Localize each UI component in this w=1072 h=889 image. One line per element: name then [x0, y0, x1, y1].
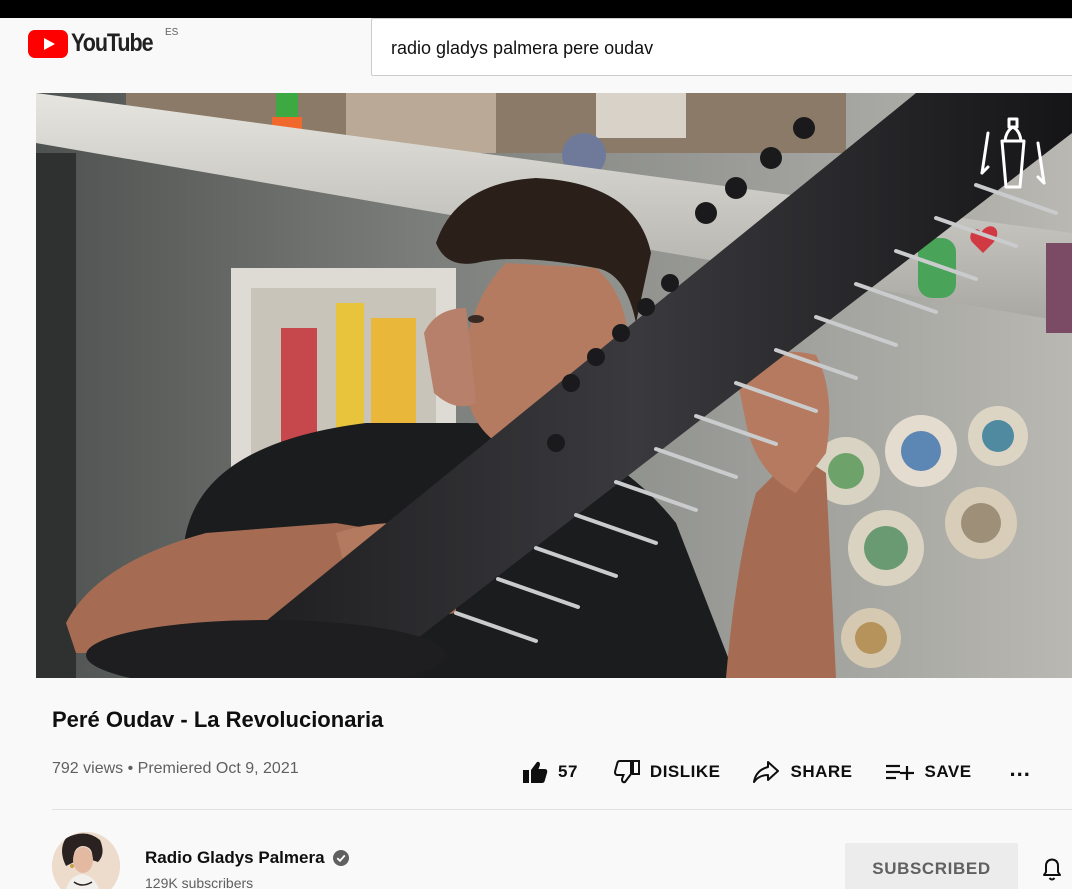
more-actions-button[interactable]: ... [1010, 756, 1031, 782]
verified-check-icon [332, 850, 349, 866]
masthead: YouTube ES radio gladys palmera pere oud… [0, 18, 1072, 90]
video-stats: 792 views • Premiered Oct 9, 2021 [52, 760, 299, 777]
share-button[interactable]: SHARE [752, 760, 852, 784]
channel-name[interactable]: Radio Gladys Palmera [145, 848, 349, 868]
video-player[interactable] [36, 93, 1072, 678]
search-input[interactable]: radio gladys palmera pere oudav [371, 18, 1072, 76]
more-label: ... [1009, 756, 1031, 781]
divider [52, 809, 1072, 810]
video-title: Peré Oudav - La Revolucionaria [52, 707, 384, 732]
share-label: SHARE [790, 762, 853, 781]
top-bar: YouTube ES radio gladys palmera pere oud… [0, 0, 1072, 90]
search-query: radio gladys palmera pere oudav [391, 38, 654, 58]
watch-page: Peré Oudav - La Revolucionaria 792 views… [0, 90, 1072, 889]
playlist-add-icon [885, 764, 914, 780]
channel-avatar[interactable] [52, 832, 120, 889]
save-label: SAVE [924, 762, 972, 781]
cocktail-shaker-icon [980, 117, 1046, 189]
video-actions: 57 DISLIKE SHARE SAVE ... [522, 756, 1031, 787]
channel-name-text: Radio Gladys Palmera [145, 848, 325, 867]
share-arrow-icon [753, 761, 780, 783]
like-count: 57 [558, 762, 578, 781]
like-button[interactable]: 57 [522, 760, 578, 784]
notification-bell-icon[interactable] [1040, 856, 1064, 882]
video-frame [36, 93, 1072, 678]
thumbs-down-icon [613, 760, 640, 784]
subscriber-count: 129K subscribers [145, 875, 254, 889]
subscribed-button[interactable]: SUBSCRIBED [845, 843, 1018, 889]
youtube-logo-icon [28, 29, 68, 58]
country-code: ES [165, 27, 179, 38]
thumbs-up-icon [523, 761, 548, 783]
avatar-illustration [52, 832, 120, 889]
youtube-logo[interactable]: YouTube [28, 29, 166, 58]
logo-text: YouTube [71, 29, 154, 57]
dislike-button[interactable]: DISLIKE [613, 760, 721, 784]
dislike-label: DISLIKE [649, 762, 721, 781]
save-button[interactable]: SAVE [885, 762, 972, 782]
